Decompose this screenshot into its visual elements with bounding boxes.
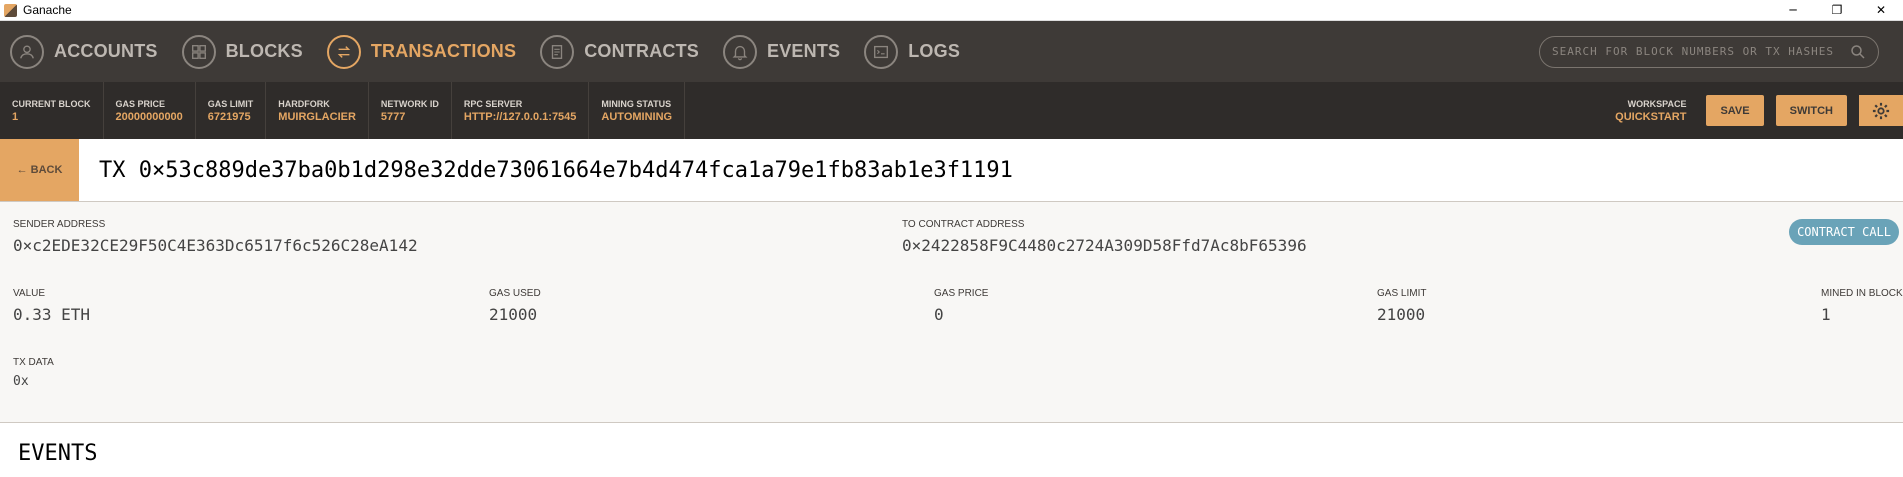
contract-call-badge: CONTRACT CALL: [1789, 219, 1899, 245]
sender-label: SENDER ADDRESS: [13, 219, 106, 230]
stat-label: CURRENT BLOCK: [12, 98, 91, 109]
nav-events[interactable]: EVENTS: [723, 34, 841, 69]
stat-mining-status: MINING STATUS AUTOMINING: [589, 82, 686, 139]
bell-icon: [723, 34, 758, 69]
close-button[interactable]: ✕: [1859, 0, 1903, 20]
to-contract-address: 0×2422858F9C4480c2724A309D58Ffd7Ac8bF653…: [902, 236, 1307, 255]
stat-gas-limit: GAS LIMIT 6721975: [196, 82, 267, 139]
stat-value: 6721975: [207, 110, 251, 123]
stat-label: GAS LIMIT: [207, 98, 254, 109]
tx-data-value: 0x: [13, 374, 29, 389]
stat-network-id: NETWORK ID 5777: [369, 82, 452, 139]
nav-contracts[interactable]: CONTRACTS: [540, 34, 700, 69]
stat-label: MINING STATUS: [601, 98, 672, 109]
gas-used-field: GAS USED 21000: [489, 288, 541, 324]
stats-bar: CURRENT BLOCK 1 GAS PRICE 20000000000 GA…: [0, 82, 1903, 139]
stat-label: HARDFORK: [278, 98, 330, 109]
sender-address: 0×c2EDE32CE29F50C4E363Dc6517f6c526C28eA1…: [13, 236, 418, 255]
stat-rpc-server: RPC SERVER HTTP://127.0.0.1:7545: [452, 82, 590, 139]
stat-value: AUTOMINING: [601, 110, 673, 123]
nav-blocks[interactable]: BLOCKS: [181, 34, 303, 69]
settings-button[interactable]: [1859, 95, 1903, 126]
stat-value: 5777: [380, 110, 406, 123]
gas-limit-label: GAS LIMIT: [1377, 288, 1427, 299]
to-contract-label: TO CONTRACT ADDRESS: [902, 219, 1025, 230]
window-title: Ganache: [23, 3, 72, 17]
search-input[interactable]: SEARCH FOR BLOCK NUMBERS OR TX HASHES: [1539, 35, 1879, 68]
nav-transactions[interactable]: TRANSACTIONS: [326, 34, 517, 69]
search-icon[interactable]: [1850, 44, 1866, 60]
gear-icon: [1872, 102, 1890, 119]
stat-hardfork: HARDFORK MUIRGLACIER: [266, 82, 369, 139]
stat-gas-price: GAS PRICE 20000000000: [104, 82, 196, 139]
tx-data-label: TX DATA: [13, 357, 54, 368]
stat-value: 1: [12, 110, 19, 123]
mined-in-block-label: MINED IN BLOCK: [1821, 288, 1903, 299]
stat-label: GAS PRICE: [115, 98, 166, 109]
workspace-info: WORKSPACE QUICKSTART: [1615, 99, 1686, 123]
contracts-icon: [540, 34, 575, 69]
value-field: VALUE 0.33 ETH: [13, 288, 90, 324]
window-controls: ─ ❐ ✕: [1771, 0, 1903, 20]
workspace-label: WORKSPACE: [1627, 98, 1687, 109]
search-placeholder: SEARCH FOR BLOCK NUMBERS OR TX HASHES: [1552, 45, 1835, 58]
workspace-value: QUICKSTART: [1615, 110, 1687, 123]
blocks-icon: [181, 34, 216, 69]
ganache-logo-icon: [4, 3, 17, 17]
minimize-button[interactable]: ─: [1771, 0, 1815, 20]
tx-details: SENDER ADDRESS 0×c2EDE32CE29F50C4E363Dc6…: [0, 202, 1903, 423]
nav-logs[interactable]: LOGS: [864, 34, 961, 69]
sender-field: SENDER ADDRESS 0×c2EDE32CE29F50C4E363Dc6…: [13, 219, 418, 255]
save-button[interactable]: SAVE: [1706, 95, 1764, 126]
stat-value: 20000000000: [115, 110, 183, 123]
gas-limit-value: 21000: [1377, 305, 1426, 324]
transactions-icon: [326, 34, 361, 69]
events-heading: EVENTS: [18, 441, 98, 466]
nav-accounts-label: ACCOUNTS: [54, 41, 158, 61]
stat-current-block: CURRENT BLOCK 1: [0, 82, 104, 139]
main-nav: ACCOUNTS BLOCKS TRANSACTIONS CONTRACTS E…: [0, 21, 1903, 82]
gas-price-field: GAS PRICE 0: [934, 288, 988, 324]
logs-icon: [864, 34, 899, 69]
stat-label: NETWORK ID: [380, 98, 439, 109]
switch-button[interactable]: SWITCH: [1775, 95, 1847, 126]
nav-transactions-label: TRANSACTIONS: [370, 41, 517, 61]
account-icon: [10, 34, 44, 69]
nav-accounts[interactable]: ACCOUNTS: [10, 34, 158, 69]
tx-data-field: TX DATA 0x: [13, 357, 54, 389]
gas-price-value: 0: [934, 305, 944, 324]
restore-button[interactable]: ❐: [1815, 0, 1859, 20]
stat-label: RPC SERVER: [463, 98, 523, 109]
stat-value: MUIRGLACIER: [278, 110, 356, 123]
back-button[interactable]: ← BACK: [0, 139, 79, 201]
nav-contracts-label: CONTRACTS: [584, 41, 700, 61]
to-contract-field: TO CONTRACT ADDRESS 0×2422858F9C4480c272…: [902, 219, 1307, 255]
tx-hash-title: TX 0×53c889de37ba0b1d298e32dde73061664e7…: [99, 157, 1013, 183]
value-label: VALUE: [13, 288, 46, 299]
gas-used-label: GAS USED: [489, 288, 541, 299]
stat-value: HTTP://127.0.0.1:7545: [463, 110, 577, 123]
mined-in-block-field: MINED IN BLOCK 1: [1821, 288, 1903, 324]
mined-in-block-value: 1: [1821, 305, 1831, 324]
title-bar: Ganache ─ ❐ ✕: [0, 0, 1903, 21]
nav-events-label: EVENTS: [767, 41, 841, 61]
value-amount: 0.33 ETH: [13, 305, 91, 324]
nav-blocks-label: BLOCKS: [225, 41, 303, 61]
nav-logs-label: LOGS: [908, 41, 961, 61]
gas-used-value: 21000: [489, 305, 538, 324]
tx-header: ← BACK TX 0×53c889de37ba0b1d298e32dde730…: [0, 139, 1903, 202]
gas-price-label: GAS PRICE: [934, 288, 989, 299]
gas-limit-field: GAS LIMIT 21000: [1377, 288, 1426, 324]
